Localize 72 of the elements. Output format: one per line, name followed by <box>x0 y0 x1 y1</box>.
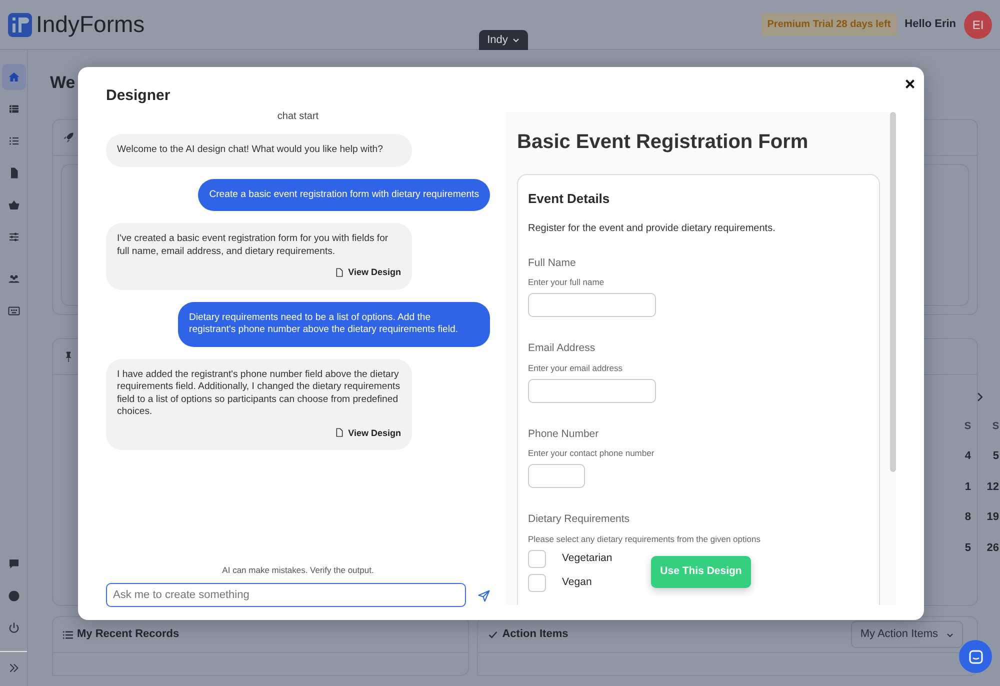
input-field[interactable] <box>528 378 656 402</box>
user-message: Create a basic event registration form with dietary requirements <box>198 178 490 211</box>
field-hint: Please select any dietary requirements from the given options <box>528 532 762 546</box>
disclaimer-text: AI can make mistakes. Verify the output. <box>221 564 375 577</box>
dialog-title: Designer <box>106 87 170 105</box>
calendar-date[interactable]: 5 <box>964 540 971 556</box>
weekday-label: S <box>964 420 971 434</box>
assistant-message: Welcome to the AI design chat! What would you like help with? <box>106 134 412 166</box>
calendar-date[interactable]: 5 <box>992 448 999 464</box>
home-icon[interactable] <box>8 71 20 83</box>
table-icon[interactable] <box>8 103 20 115</box>
users-icon[interactable] <box>8 273 20 285</box>
greeting-text: Hello Erin <box>904 17 956 32</box>
power-icon[interactable] <box>8 622 20 634</box>
rocket-icon <box>63 132 74 143</box>
caret-icon <box>512 36 520 44</box>
document-icon <box>335 428 344 438</box>
input-field[interactable] <box>528 464 585 488</box>
field-label: Dietary Requirements <box>528 512 631 527</box>
field-hint: Enter your email address <box>528 362 624 374</box>
chevron-right-icon[interactable] <box>975 391 985 403</box>
calendar-date[interactable]: 26 <box>986 540 999 556</box>
checkbox[interactable] <box>528 550 546 568</box>
section-description: Register for the event and provide dietary requirements. <box>528 222 776 236</box>
chat-input-field[interactable]: Ask me to create something <box>106 583 466 607</box>
chat-icon <box>968 648 984 664</box>
option-label: Vegan <box>562 574 592 590</box>
scrollbar-thumb[interactable] <box>890 112 896 472</box>
send-icon <box>478 590 490 602</box>
input-field[interactable] <box>528 293 656 317</box>
user-avatar[interactable]: EI <box>964 10 992 38</box>
assistant-message-text: I have added the registrant's phone number field above the dietary requirements field. Additionally, I changed the dietary requirements field to a list of options so participants can choose from predefined choices. <box>117 368 401 418</box>
close-icon <box>904 78 916 90</box>
view-design-link[interactable]: View Design <box>335 266 401 278</box>
card-title: My Recent Records <box>77 627 180 642</box>
action-items-dropdown[interactable]: My Action Items <box>851 621 963 648</box>
field-label: Full Name <box>528 256 577 270</box>
list-icon[interactable] <box>8 135 20 147</box>
chat-launcher-button[interactable] <box>959 640 992 673</box>
checkbox[interactable] <box>528 574 546 592</box>
chat-start-label: chat start <box>276 110 320 124</box>
view-design-link[interactable]: View Design <box>335 426 401 439</box>
form-title: Basic Event Registration Form <box>517 130 810 154</box>
option-label: Vegetarian <box>562 550 612 566</box>
field-hint: Enter your full name <box>528 276 606 289</box>
calendar-date[interactable]: 8 <box>964 509 971 526</box>
workspace-tab[interactable]: Indy <box>479 30 528 50</box>
expand-icon[interactable] <box>8 662 20 674</box>
calendar-date[interactable]: 4 <box>964 448 971 464</box>
list-icon <box>63 630 73 640</box>
document-icon <box>335 268 344 277</box>
field-label: Phone Number <box>528 426 600 442</box>
page-heading: We <box>50 72 76 94</box>
trial-badge: Premium Trial 28 days left <box>761 13 897 36</box>
sliders-icon[interactable] <box>8 231 20 243</box>
keyboard-icon[interactable] <box>8 305 20 317</box>
calendar-date[interactable]: 12 <box>986 478 999 495</box>
pin-icon <box>63 351 74 362</box>
calendar-date[interactable]: 19 <box>986 509 999 526</box>
field-label: Email Address <box>528 341 596 356</box>
caret-icon <box>946 630 954 638</box>
calendar-date[interactable]: 1 <box>964 478 971 495</box>
assistant-message-text: I've created a basic event registration form for you with fields for full name, email address, and dietary requirements. <box>117 233 390 258</box>
user-message: Dietary requirements need to be a list of options. Add the registrant's phone number above the dietary requirements field. <box>178 302 490 346</box>
check-icon <box>488 630 498 640</box>
comment-icon[interactable] <box>8 558 20 570</box>
logo-text: IndyForms <box>36 10 145 40</box>
logo-icon <box>8 12 32 36</box>
field-hint: Enter your contact phone number <box>528 447 656 460</box>
section-title: Event Details <box>528 190 611 208</box>
card-title: Action Items <box>502 627 568 642</box>
weekday-label: S <box>992 420 999 434</box>
